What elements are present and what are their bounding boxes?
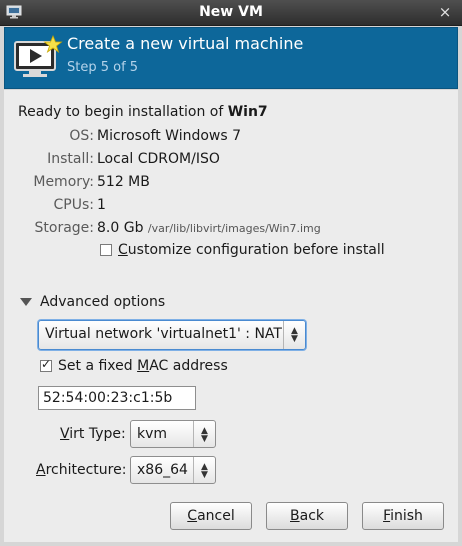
storage-label: Storage: (34, 220, 95, 236)
storage-path: /var/lib/libvirt/images/Win7.img (147, 222, 321, 235)
storage-value-group: 8.0 Gb /var/lib/libvirt/images/Win7.img (97, 220, 321, 236)
memory-label: Memory: (33, 174, 94, 190)
updown-arrows-icon: ▲ ▼ (283, 321, 305, 349)
customize-label: ustomize configuration before install (127, 242, 385, 258)
os-label: OS: (69, 128, 94, 144)
install-value: Local CDROM/ISO (97, 151, 220, 167)
memory-row: Memory: 512 MB (4, 174, 458, 194)
window-titlebar[interactable]: New VM × (0, 0, 462, 26)
virt-type-label-rest: irt Type: (69, 426, 126, 442)
back-mnemonic: B (290, 508, 300, 524)
network-select[interactable]: Virtual network 'virtualnet1' : NAT ▲ ▼ (38, 320, 306, 350)
virt-type-select[interactable]: kvm ▲ ▼ (130, 420, 216, 448)
cancel-mnemonic: C (187, 508, 198, 524)
finish-button[interactable]: Finish (362, 502, 444, 530)
ready-prefix: Ready to begin installation of (18, 104, 224, 120)
fixed-mac-mnemonic: M (137, 358, 150, 374)
cpus-value: 1 (97, 197, 106, 213)
close-icon[interactable]: × (436, 3, 454, 21)
cpus-row: CPUs: 1 (4, 197, 458, 217)
os-value: Microsoft Windows 7 (97, 128, 242, 144)
install-row: Install: Local CDROM/ISO (4, 151, 458, 171)
window-title: New VM (199, 4, 263, 20)
cancel-button[interactable]: Cancel (170, 502, 252, 530)
vm-monitor-star-icon (14, 34, 63, 77)
wizard-title: Create a new virtual machine (67, 34, 304, 53)
wizard-step: Step 5 of 5 (67, 60, 139, 75)
updown-arrows-icon: ▲ ▼ (193, 457, 215, 483)
fixed-mac-checkbox[interactable]: Set a fixed MAC address (40, 357, 228, 374)
back-button[interactable]: Back (266, 502, 348, 530)
fixed-mac-label-post: AC address (149, 358, 228, 374)
advanced-options-expander[interactable]: Advanced options (20, 294, 165, 310)
finish-label: inish (390, 508, 423, 524)
advanced-options-label: Advanced options (40, 294, 166, 310)
virt-type-value: kvm (137, 426, 168, 442)
install-label: Install: (47, 151, 94, 167)
fixed-mac-checkbox-box[interactable] (40, 357, 52, 372)
customize-mnemonic: C (118, 242, 128, 258)
os-row: OS: Microsoft Windows 7 (4, 128, 458, 148)
virt-type-mnemonic: V (60, 426, 70, 442)
architecture-value: x86_64 (137, 462, 188, 478)
vm-name: Win7 (227, 104, 268, 120)
customize-checkbox[interactable]: Customize configuration before install (100, 242, 385, 258)
cpus-label: CPUs: (53, 197, 94, 213)
storage-size: 8.0 Gb (97, 220, 144, 236)
architecture-label: Architecture: (36, 462, 126, 478)
back-label: ack (299, 508, 324, 524)
ready-heading: Ready to begin installation of Win7 (18, 104, 268, 120)
architecture-label-rest: rchitecture: (45, 462, 127, 478)
architecture-mnemonic: A (36, 462, 46, 478)
cancel-label: ancel (197, 508, 235, 524)
virt-type-label: Virt Type: (60, 426, 126, 442)
fixed-mac-label-pre: Set a fixed (58, 358, 138, 374)
mac-address-field[interactable]: 52:54:00:23:c1:5b (38, 386, 196, 410)
network-select-value: Virtual network 'virtualnet1' : NAT (45, 326, 282, 342)
wizard-content: Ready to begin installation of Win7 OS: … (4, 90, 458, 542)
expander-triangle-icon[interactable] (20, 298, 32, 306)
customize-checkbox-box[interactable] (100, 244, 112, 256)
architecture-select[interactable]: x86_64 ▲ ▼ (130, 456, 216, 484)
memory-value: 512 MB (97, 174, 150, 190)
storage-row: Storage: 8.0 Gb /var/lib/libvirt/images/… (4, 220, 458, 240)
wizard-header: Create a new virtual machine Step 5 of 5 (4, 27, 458, 89)
updown-arrows-icon: ▲ ▼ (193, 421, 215, 447)
